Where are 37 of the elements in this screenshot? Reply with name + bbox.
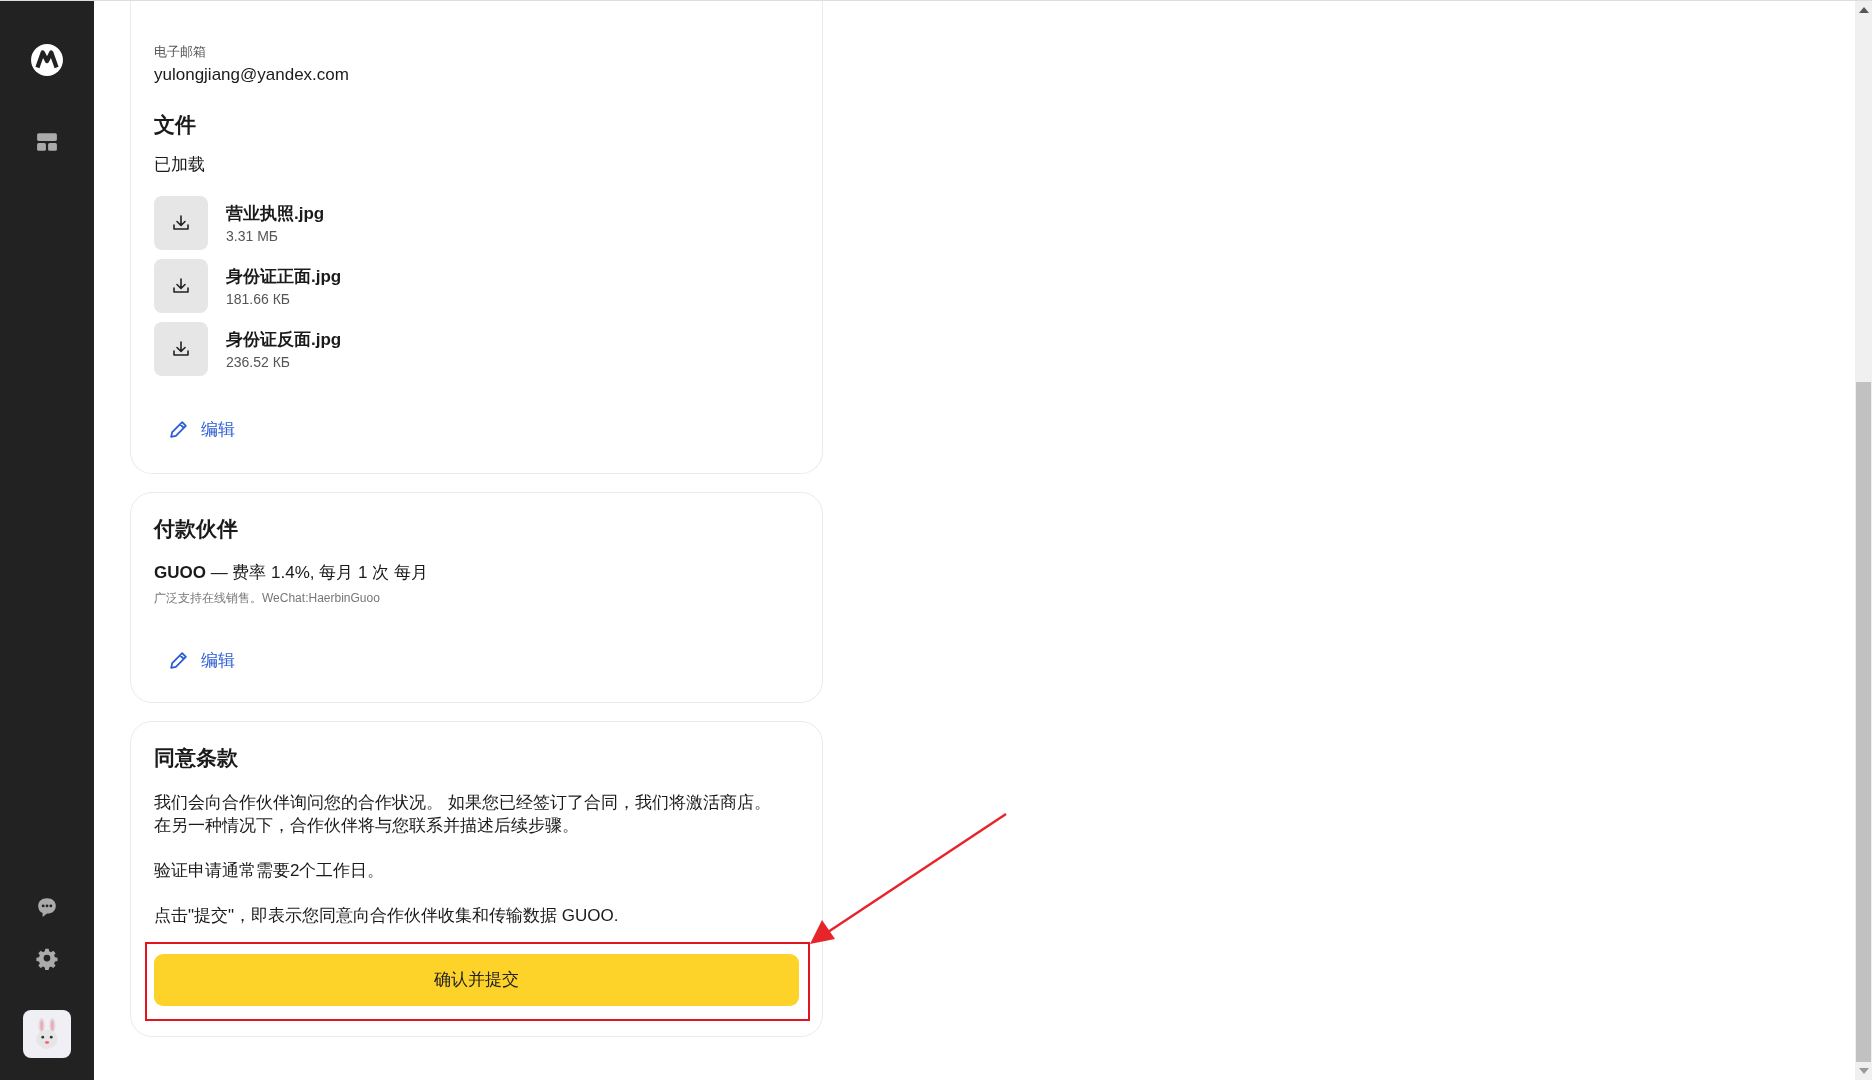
edit-button[interactable]: 编辑 — [154, 418, 235, 441]
paragraph-line: 我们会向合作伙伴询问您的合作状况。 如果您已经签订了合同，我们将激活商店。 — [154, 792, 772, 814]
section-title: 文件 — [154, 112, 197, 138]
partner-note: 广泛支持在线销售。WeChat:HaerbinGuoo — [154, 590, 381, 607]
scroll-up-icon[interactable] — [1858, 7, 1869, 13]
paragraph-line: 点击"提交"，即表示您同意向合作伙伴收集和传输数据 GUOO. — [154, 904, 620, 927]
download-icon — [171, 339, 191, 359]
pencil-icon — [168, 419, 189, 440]
download-icon — [171, 276, 191, 296]
avatar[interactable] — [23, 1010, 71, 1058]
scrollbar[interactable] — [1855, 1, 1872, 1080]
download-button[interactable] — [154, 322, 208, 376]
pencil-icon — [168, 650, 189, 671]
upload-status: 已加载 — [154, 154, 206, 176]
section-title: 付款伙伴 — [154, 516, 239, 542]
partner-text: GUOO — 费率 1.4%, 每月 1 次 每月 — [154, 562, 429, 584]
dashboard-icon[interactable] — [36, 131, 58, 153]
email-text: yulongjiang@yandex.com — [154, 65, 350, 85]
file-size: 3.31 МБ — [226, 228, 279, 244]
chat-icon[interactable] — [36, 896, 58, 918]
download-icon — [171, 213, 191, 233]
paragraph-line: 验证申请通常需要2个工作日。 — [154, 859, 386, 882]
file-size: 236.52 КБ — [226, 354, 292, 370]
file-size: 181.66 КБ — [226, 291, 292, 307]
paragraph-line: 在另一种情况下，合作伙伴将与您联系并描述后续步骤。 — [154, 814, 580, 837]
settings-icon[interactable] — [36, 948, 58, 970]
field-label: 电子邮箱 — [154, 43, 207, 61]
file-name[interactable]: 身份证反面.jpg — [226, 328, 342, 351]
submit-button[interactable]: 确认并提交 — [154, 953, 799, 1006]
scrollbar-thumb[interactable] — [1856, 382, 1871, 1062]
logo-icon[interactable] — [30, 43, 64, 77]
file-name[interactable]: 身份证正面.jpg — [226, 265, 342, 288]
section-title: 同意条款 — [154, 745, 239, 771]
download-button[interactable] — [154, 259, 208, 313]
edit-button[interactable]: 编辑 — [154, 649, 235, 672]
file-name[interactable]: 营业执照.jpg — [226, 202, 325, 225]
download-button[interactable] — [154, 196, 208, 250]
